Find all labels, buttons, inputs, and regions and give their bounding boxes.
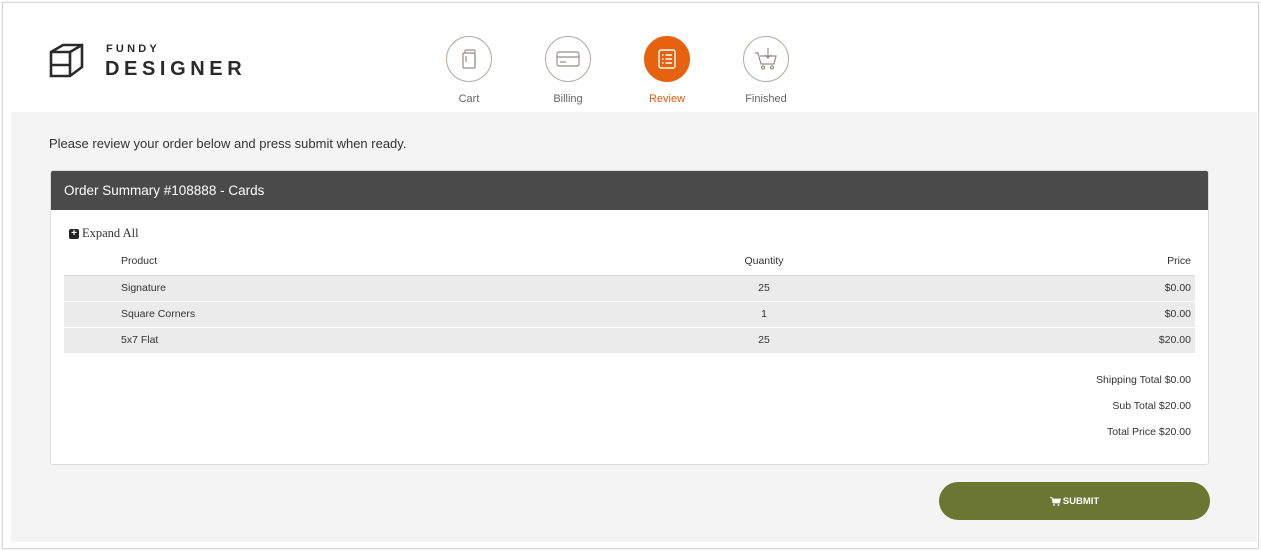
step-finished-label: Finished bbox=[745, 93, 787, 105]
browser-window: FUNDY DESIGNER Cart Billing Review Finis… bbox=[2, 2, 1259, 549]
step-cart[interactable]: Cart bbox=[437, 35, 501, 110]
plus-icon: + bbox=[69, 228, 79, 239]
cell-price: $0.00 bbox=[984, 301, 1195, 328]
column-header-price: Price bbox=[984, 253, 1195, 276]
shipping-total: Shipping Total $0.00 bbox=[1096, 374, 1191, 386]
table-row: Square Corners 1 $0.00 bbox=[64, 301, 1195, 328]
shopping-cart-icon bbox=[1049, 496, 1061, 506]
book-icon bbox=[462, 49, 476, 69]
order-summary-panel: Order Summary #108888 - Cards + Expand A… bbox=[50, 170, 1209, 465]
cell-product: 5x7 Flat bbox=[64, 327, 544, 353]
sub-total: Sub Total $20.00 bbox=[1112, 400, 1191, 412]
cart-download-icon bbox=[755, 48, 777, 70]
cell-product: Square Corners bbox=[64, 301, 544, 328]
checkout-steps: Cart Billing Review Finished bbox=[437, 35, 807, 110]
brand-name-bottom: DESIGNER bbox=[105, 58, 247, 80]
step-finished[interactable]: Finished bbox=[734, 35, 798, 110]
cell-quantity: 1 bbox=[544, 301, 984, 328]
credit-card-icon bbox=[556, 51, 580, 67]
step-review[interactable]: Review bbox=[635, 35, 699, 110]
logo-mark-icon bbox=[49, 43, 84, 78]
step-review-circle[interactable] bbox=[644, 36, 690, 82]
table-row: Signature 25 $0.00 bbox=[64, 275, 1195, 302]
total-price: Total Price $20.00 bbox=[1106, 426, 1191, 438]
cell-price: $0.00 bbox=[984, 275, 1195, 302]
step-billing-circle[interactable] bbox=[545, 36, 591, 82]
brand-logo[interactable]: FUNDY DESIGNER bbox=[48, 43, 258, 83]
main-content: Please review your order below and press… bbox=[11, 112, 1257, 542]
step-cart-label: Cart bbox=[458, 93, 480, 105]
cell-price: $20.00 bbox=[984, 327, 1195, 353]
table-row: 5x7 Flat 25 $20.00 bbox=[64, 327, 1195, 353]
cell-product: Signature bbox=[64, 275, 544, 302]
review-instructions: Please review your order below and press… bbox=[49, 136, 407, 151]
submit-button[interactable]: SUBMIT bbox=[939, 482, 1210, 520]
cell-quantity: 25 bbox=[544, 327, 984, 353]
table-header-row: Product Quantity Price bbox=[64, 253, 1195, 276]
expand-all-label: Expand All bbox=[82, 226, 139, 240]
cell-quantity: 25 bbox=[544, 275, 984, 302]
column-header-product: Product bbox=[64, 253, 544, 276]
submit-label: SUBMIT bbox=[1062, 495, 1100, 507]
order-summary-title: Order Summary #108888 - Cards bbox=[51, 171, 1208, 210]
list-icon bbox=[658, 49, 676, 69]
page-header: FUNDY DESIGNER Cart Billing Review Finis… bbox=[3, 3, 1258, 112]
step-finished-circle[interactable] bbox=[743, 36, 789, 82]
order-items-table: Product Quantity Price Signature 25 $0.0… bbox=[64, 253, 1195, 353]
expand-all-button[interactable]: + Expand All bbox=[69, 226, 139, 241]
order-totals: Shipping Total $0.00 Sub Total $20.00 To… bbox=[1096, 374, 1191, 452]
step-review-label: Review bbox=[648, 93, 686, 105]
step-billing-label: Billing bbox=[553, 93, 583, 105]
step-cart-circle[interactable] bbox=[446, 36, 492, 82]
column-header-quantity: Quantity bbox=[544, 253, 984, 276]
brand-name-top: FUNDY bbox=[106, 43, 160, 55]
step-billing[interactable]: Billing bbox=[536, 35, 600, 110]
